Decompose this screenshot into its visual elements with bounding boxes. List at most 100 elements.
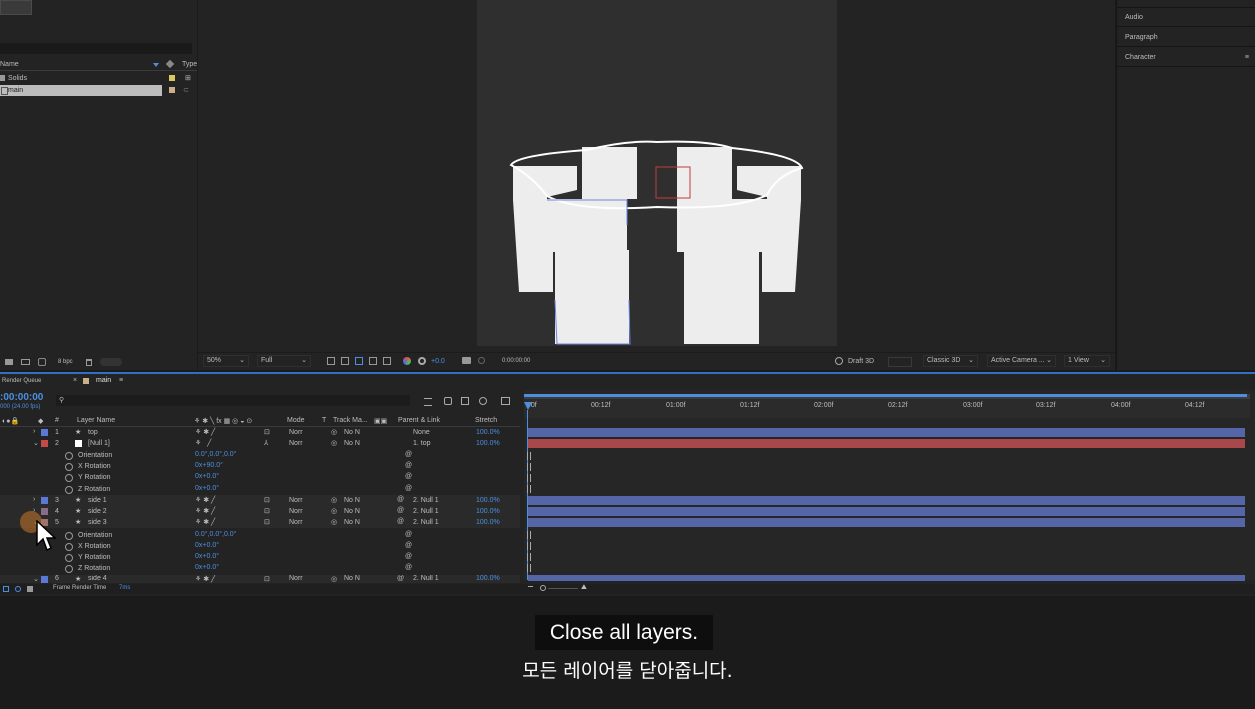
view-layout-dropdown[interactable]: 1 View ⌄ xyxy=(1064,355,1110,367)
layer-name[interactable]: side 4 xyxy=(88,575,107,582)
transfer-controls-toggle-icon[interactable] xyxy=(15,586,21,592)
stopwatch-icon[interactable] xyxy=(65,554,73,562)
track-matte-dropdown[interactable]: No N xyxy=(344,508,360,515)
column-type[interactable]: Type xyxy=(182,61,197,68)
property-row[interactable]: Y Rotation 0x+0.0° @ xyxy=(0,472,520,483)
property-value[interactable]: 0x+0.0° xyxy=(195,473,219,480)
pick-whip-icon[interactable]: @ xyxy=(397,575,404,582)
keyframe-marker[interactable] xyxy=(527,564,531,572)
layer-row[interactable]: › 4 ★ side 2 ⚘ ✱ ╱ ⊡ Norr ◎ No N @ 2. Nu… xyxy=(0,506,520,517)
track-matte-dropdown[interactable]: No N xyxy=(344,429,360,436)
parent-dropdown[interactable]: 2. Null 1 xyxy=(413,519,439,526)
tab-menu-icon[interactable]: ≡ xyxy=(119,377,123,384)
collapse-arrow-icon[interactable]: ⌄ xyxy=(33,575,39,583)
stretch-value[interactable]: 100.0% xyxy=(476,440,500,447)
stretch-value[interactable]: 100.0% xyxy=(476,429,500,436)
layer-name[interactable]: side 3 xyxy=(88,519,107,526)
preserve-transparency-icon[interactable]: ◎ xyxy=(331,496,337,504)
stopwatch-icon[interactable] xyxy=(65,543,73,551)
layer-name[interactable]: side 2 xyxy=(88,508,107,515)
magnification-dropdown[interactable]: 50% ⌄ xyxy=(203,355,249,367)
preserve-transparency-icon[interactable]: ◎ xyxy=(331,439,337,447)
layer-switches-icons[interactable]: ⚘ ✱ ╱ xyxy=(195,575,215,583)
composition-mini-flowchart-icon[interactable] xyxy=(424,398,432,406)
track-matte-dropdown[interactable]: No N xyxy=(344,440,360,447)
3d-layer-icon[interactable]: ⊡ xyxy=(264,507,270,515)
bit-depth-button[interactable]: 8 bpc xyxy=(58,359,73,365)
folder-icon[interactable] xyxy=(5,359,13,365)
preserve-transparency-icon[interactable]: ◎ xyxy=(331,507,337,515)
camera-dropdown[interactable]: Active Camera ... ⌄ xyxy=(987,355,1056,367)
property-row[interactable]: X Rotation 0x+90.0° @ xyxy=(0,461,520,472)
trash-icon[interactable] xyxy=(86,359,92,366)
pick-whip-icon[interactable]: @ xyxy=(405,485,412,492)
mode-dropdown[interactable]: Norr xyxy=(289,519,303,526)
label-color-swatch[interactable] xyxy=(41,440,48,447)
stopwatch-icon[interactable] xyxy=(65,463,73,471)
layer-row[interactable]: › 3 ★ side 1 ⚘ ✱ ╱ ⊡ Norr ◎ No N @ 2. Nu… xyxy=(0,495,520,506)
stopwatch-icon[interactable] xyxy=(65,486,73,494)
collapse-arrow-icon[interactable]: ⌄ xyxy=(33,439,39,447)
layer-switches-icons[interactable]: ⚘ ✱ ╱ xyxy=(195,428,215,436)
layer-bar[interactable] xyxy=(528,518,1245,527)
keyframe-marker[interactable] xyxy=(527,452,531,460)
column-mode[interactable]: Mode xyxy=(287,417,305,424)
track-matte-dropdown[interactable]: No N xyxy=(344,575,360,582)
draft-3d-label[interactable]: Draft 3D xyxy=(848,358,874,365)
column-layer-name[interactable]: Layer Name xyxy=(77,417,115,424)
mode-dropdown[interactable]: Norr xyxy=(289,440,303,447)
layer-row[interactable]: ⌄ 5 ★ side 3 ⚘ ✱ ╱ ⊡ Norr ◎ No N @ 2. Nu… xyxy=(0,517,520,528)
property-row[interactable]: Y Rotation 0x+0.0° @ xyxy=(0,552,520,563)
property-row[interactable]: Z Rotation 0x+0.0° @ xyxy=(0,563,520,574)
extended-viewer-icon[interactable] xyxy=(888,357,912,367)
playhead-handle[interactable] xyxy=(524,402,532,410)
viewer-timecode[interactable]: 0:00:00:00 xyxy=(502,358,530,364)
frame-blending-icon[interactable] xyxy=(461,397,469,405)
camera-snapshot-icon[interactable] xyxy=(462,357,471,364)
pick-whip-icon[interactable]: @ xyxy=(405,542,412,549)
layer-bar[interactable] xyxy=(528,507,1245,516)
pick-whip-icon[interactable]: @ xyxy=(405,531,412,538)
layer-name[interactable]: top xyxy=(88,429,98,436)
label-color-swatch[interactable] xyxy=(41,576,48,583)
mode-dropdown[interactable]: Norr xyxy=(289,575,303,582)
3d-layer-icon[interactable]: ⊡ xyxy=(264,496,270,504)
property-row[interactable]: Orientation 0.0°,0.0°,0.0° @ xyxy=(0,530,520,541)
3d-layer-icon[interactable]: ⊡ xyxy=(264,428,270,436)
layer-row[interactable]: ⌄ 2 [Null 1] ⚘ ╱ ⅄ Norr ◎ No N 1. top 10… xyxy=(0,438,520,449)
3d-layer-icon[interactable]: ⊡ xyxy=(264,518,270,526)
stretch-value[interactable]: 100.0% xyxy=(476,575,500,582)
mode-dropdown[interactable]: Norr xyxy=(289,508,303,515)
tab-main[interactable]: main xyxy=(96,377,111,384)
zoom-out-icon[interactable] xyxy=(528,586,533,592)
thumbnail-slider[interactable] xyxy=(100,358,122,366)
panel-menu-icon[interactable]: ≡ xyxy=(1245,49,1249,67)
parent-dropdown[interactable]: 2. Null 1 xyxy=(413,508,439,515)
stopwatch-icon[interactable] xyxy=(65,452,73,460)
label-color-swatch[interactable] xyxy=(169,75,175,81)
layer-name[interactable]: side 1 xyxy=(88,497,107,504)
pick-whip-icon[interactable]: @ xyxy=(405,473,412,480)
layer-row[interactable]: ⌄ 6 ★ side 4 ⚘ ✱ ╱ ⊡ Norr ◎ No N @ 2. Nu… xyxy=(0,575,520,583)
guides-icon[interactable] xyxy=(369,357,377,365)
property-value[interactable]: 0x+0.0° xyxy=(195,542,219,549)
panel-character[interactable]: Character ≡ xyxy=(1117,49,1255,67)
layer-switches-icons[interactable]: ⚘ ✱ ╱ xyxy=(195,518,215,526)
parent-dropdown[interactable]: 2. Null 1 xyxy=(413,497,439,504)
keyframe-marker[interactable] xyxy=(527,542,531,550)
layer-switches-icons[interactable]: ⚘ ✱ ╱ xyxy=(195,507,215,515)
parent-dropdown[interactable]: 2. Null 1 xyxy=(413,575,439,582)
stretch-value[interactable]: 100.0% xyxy=(476,519,500,526)
keyframe-marker[interactable] xyxy=(527,474,531,482)
label-color-swatch[interactable] xyxy=(41,429,48,436)
project-search-input[interactable] xyxy=(0,43,192,54)
new-composition-icon[interactable] xyxy=(21,359,30,365)
parent-dropdown[interactable]: 1. top xyxy=(413,440,431,447)
keyframe-marker[interactable] xyxy=(527,463,531,471)
keyframe-marker[interactable] xyxy=(527,553,531,561)
snapshot-region-icon[interactable] xyxy=(327,357,335,365)
expand-arrow-icon[interactable]: › xyxy=(33,428,35,435)
property-value[interactable]: 0x+0.0° xyxy=(195,553,219,560)
project-item-main[interactable]: main xyxy=(0,85,162,96)
layer-bar[interactable] xyxy=(528,428,1245,437)
